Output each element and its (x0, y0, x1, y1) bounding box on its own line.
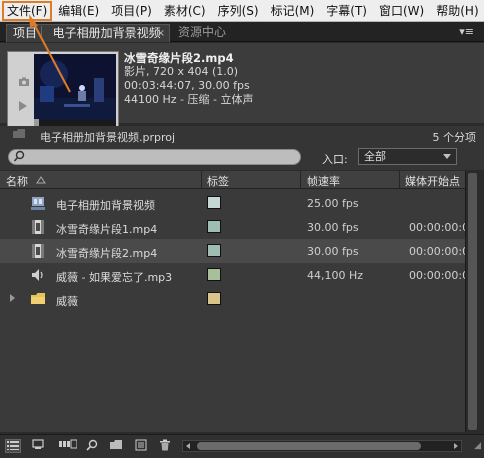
bin-path-row: 电子相册加背景视频.prproj 5 个分项 (0, 126, 484, 146)
audio-clip-icon (30, 267, 46, 283)
entry-label: 入口: (322, 153, 348, 166)
label-color-swatch[interactable] (207, 220, 221, 233)
media-start-value: 00:00:00:00 (409, 269, 465, 282)
menu-window[interactable]: 窗口(W) (373, 1, 430, 21)
tab-resource-label: 资源中心 (178, 25, 227, 39)
tab-project-name: 电子相册加背景视频 (52, 26, 161, 40)
clear-icon[interactable] (157, 439, 173, 453)
list-header: 名称 标签 帧速率 媒体开始点 (0, 171, 465, 189)
media-start-value: 00:00:00:00 (409, 245, 465, 258)
column-header-name[interactable]: 名称 (6, 173, 28, 189)
entry-dropdown-value: 全部 (364, 150, 386, 163)
frame-rate-value: 25.00 fps (307, 197, 359, 210)
clip-preview-area: 冰雪奇缘片段2.mp4 影片, 720 x 404 (1.0) 00:03:44… (0, 43, 484, 157)
menu-clip[interactable]: 素材(C) (158, 1, 212, 21)
panel-menu-icon[interactable]: ▾≡ (459, 25, 474, 38)
column-divider[interactable] (399, 171, 400, 189)
find-icon[interactable] (84, 439, 100, 453)
menu-bar: 文件(F) 编辑(E) 项目(P) 素材(C) 序列(S) 标记(M) 字幕(T) 窗口(W)… (0, 0, 484, 22)
automate-to-sequence-icon[interactable] (58, 439, 78, 453)
clip-name: 冰雪奇缘片段2.mp4 (124, 51, 234, 65)
resize-grip-icon[interactable]: ◢ (474, 441, 481, 451)
frame-rate-value: 30.00 fps (307, 245, 359, 258)
label-color-swatch[interactable] (207, 196, 221, 209)
item-name: 威薇 (56, 295, 78, 308)
column-divider[interactable] (201, 171, 202, 189)
column-header-frame-rate[interactable]: 帧速率 (307, 173, 340, 189)
label-color-swatch[interactable] (207, 244, 221, 257)
tab-divider (41, 26, 42, 39)
video-clip-icon (30, 243, 46, 259)
menu-marker[interactable]: 标记(M) (265, 1, 321, 21)
search-box[interactable] (8, 149, 301, 165)
clip-audio: 44100 Hz - 压缩 - 立体声 (124, 93, 254, 106)
video-clip-icon (30, 219, 46, 235)
vertical-scrollbar-thumb[interactable] (468, 173, 477, 430)
column-header-media-start[interactable]: 媒体开始点 (405, 173, 460, 189)
item-name: 电子相册加背景视频 (56, 199, 155, 212)
horizontal-scrollbar-thumb[interactable] (197, 442, 421, 450)
chevron-down-icon (443, 154, 451, 159)
tab-project[interactable]: 项目 电子相册加背景视频 × (6, 24, 170, 42)
menu-edit[interactable]: 编辑(E) (52, 1, 105, 21)
folder-icon (30, 291, 46, 307)
frame-rate-value: 30.00 fps (307, 221, 359, 234)
search-input[interactable] (29, 151, 289, 163)
clip-info: 冰雪奇缘片段2.mp4 影片, 720 x 404 (1.0) 00:03:44… (124, 51, 474, 107)
project-item-list: 电子相册加背景视频 25.00 fps 冰雪奇缘片段1.mp4 30.00 fps 00… (0, 189, 465, 432)
new-item-icon[interactable] (133, 439, 149, 453)
menu-help[interactable]: 帮助(H) (430, 1, 484, 21)
search-row: 入口: 全部 (0, 146, 484, 170)
label-color-swatch[interactable] (207, 292, 221, 305)
item-name: 威薇 - 如果爱忘了.mp3 (56, 271, 173, 284)
project-file-name: 电子相册加背景视频.prproj (40, 131, 176, 144)
icon-view-icon[interactable] (30, 439, 46, 453)
column-header-label[interactable]: 标签 (207, 173, 229, 189)
column-divider[interactable] (300, 171, 301, 189)
vertical-scrollbar[interactable] (465, 171, 478, 432)
entry-dropdown[interactable]: 全部 (358, 148, 457, 165)
tab-close-icon[interactable]: × (157, 25, 165, 42)
clip-duration: 00:03:44:07, 30.00 fps (124, 79, 250, 92)
list-item[interactable]: 威薇 - 如果爱忘了.mp3 44,100 Hz 00:00:00:00 (0, 263, 465, 287)
list-item[interactable]: 冰雪奇缘片段1.mp4 30.00 fps 00:00:00:00 (0, 215, 465, 239)
sort-ascending-icon[interactable] (36, 174, 46, 187)
bin-icon (12, 128, 26, 142)
item-name: 冰雪奇缘片段2.mp4 (56, 247, 158, 260)
search-icon (13, 149, 25, 163)
bin-row[interactable]: 威薇 (0, 287, 465, 311)
item-name: 冰雪奇缘片段1.mp4 (56, 223, 158, 236)
tab-resource-center[interactable]: 资源中心 (172, 24, 232, 42)
sequence-icon (30, 195, 46, 211)
tab-project-label: 项目 (13, 26, 38, 40)
new-bin-icon[interactable] (108, 439, 124, 453)
media-start-value: 00:00:00:00 (409, 221, 465, 234)
clip-thumbnail (34, 54, 116, 120)
clip-format: 影片, 720 x 404 (1.0) (124, 65, 239, 78)
menu-project[interactable]: 项目(P) (105, 1, 158, 21)
bottom-toolbar: ◢ (0, 434, 484, 458)
expand-arrow-icon[interactable] (10, 294, 15, 302)
menu-sequence[interactable]: 序列(S) (212, 1, 265, 21)
list-view-icon[interactable] (5, 439, 21, 453)
panel-tab-bar: 项目 电子相册加背景视频 × 资源中心 ▾≡ (0, 22, 484, 42)
list-item[interactable]: 冰雪奇缘片段2.mp4 30.00 fps 00:00:00:00 (0, 239, 465, 263)
item-count: 5 个分项 (432, 131, 477, 144)
menu-file[interactable]: 文件(F) (2, 0, 53, 21)
scroll-right-icon[interactable] (454, 443, 458, 449)
list-item[interactable]: 电子相册加背景视频 25.00 fps (0, 191, 465, 215)
scroll-left-icon[interactable] (186, 443, 190, 449)
frame-rate-value: 44,100 Hz (307, 269, 364, 282)
label-color-swatch[interactable] (207, 268, 221, 281)
horizontal-scrollbar[interactable] (182, 440, 462, 452)
menu-title[interactable]: 字幕(T) (320, 1, 373, 21)
